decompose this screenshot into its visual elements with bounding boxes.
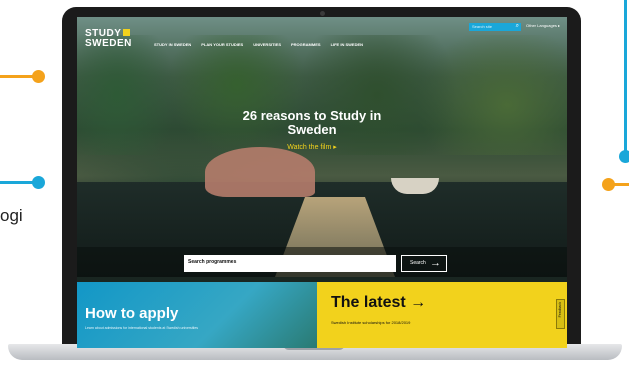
connector-line-right-vertical xyxy=(624,0,627,157)
laptop-screen: STUDY SWEDEN STUDY IN SWEDEN PLAN YOUR S… xyxy=(77,17,567,348)
other-languages-link[interactable]: Other Languages ▸ xyxy=(526,23,560,28)
search-button-label: Search xyxy=(410,260,426,266)
nav-links: STUDY IN SWEDEN PLAN YOUR STUDIES UNIVER… xyxy=(154,42,363,47)
connector-dot-right-top xyxy=(619,150,629,163)
feedback-label: Feedback xyxy=(558,302,562,318)
nav-item-universities[interactable]: UNIVERSITIES xyxy=(253,42,281,47)
watch-film-link[interactable]: Watch the film ▸ xyxy=(272,143,352,151)
site-nav: STUDY SWEDEN STUDY IN SWEDEN PLAN YOUR S… xyxy=(77,17,567,61)
site-search-input[interactable]: Search site ⌕ xyxy=(469,23,521,31)
connector-dot-left-mid xyxy=(32,176,45,189)
search-programmes-placeholder: Search programmes xyxy=(188,259,237,265)
site-search-placeholder: Search site xyxy=(472,24,493,29)
nav-item-plan-your-studies[interactable]: PLAN YOUR STUDIES xyxy=(201,42,243,47)
connector-dot-right-low xyxy=(602,178,615,191)
the-latest-panel[interactable]: The latest → Swedish Institute scholarsh… xyxy=(317,282,567,348)
logo-yellow-mark xyxy=(123,29,131,36)
how-to-apply-panel[interactable]: How to apply Learn about admissions for … xyxy=(77,282,317,348)
connector-dot-left-top xyxy=(32,70,45,83)
the-latest-subtext: Swedish Institute scholarships for 2018/… xyxy=(331,320,411,325)
nav-item-programmes[interactable]: PROGRAMMES xyxy=(291,42,321,47)
search-icon[interactable]: ⌕ xyxy=(516,23,519,30)
other-languages-label: Other Languages xyxy=(526,23,557,28)
logo-line2: SWEDEN xyxy=(85,38,132,49)
hero-title: 26 reasons to Study in Sweden xyxy=(242,108,382,137)
connector-line-left-mid xyxy=(0,181,36,184)
how-to-apply-heading: How to apply xyxy=(85,305,179,322)
connector-line-left-top xyxy=(0,75,36,78)
study-sweden-logo[interactable]: STUDY SWEDEN xyxy=(85,29,132,49)
arrow-right-icon: → xyxy=(430,257,441,269)
how-to-apply-subtext: Learn about admissions for international… xyxy=(85,326,199,330)
camera-icon xyxy=(320,11,325,16)
the-latest-heading: The latest → xyxy=(331,294,427,311)
search-programmes-input[interactable]: Search programmes xyxy=(184,255,396,272)
search-programmes-button[interactable]: Search → xyxy=(401,255,447,272)
nav-item-life-in-sweden[interactable]: LIFE IN SWEDEN xyxy=(331,42,363,47)
nav-item-study-in-sweden[interactable]: STUDY IN SWEDEN xyxy=(154,42,191,47)
feedback-tab[interactable]: Feedback xyxy=(556,299,565,329)
marketing-image: ogi STUDY SWEDEN STUDY IN SWEDEN PLAN YO… xyxy=(0,0,629,366)
cropped-text: ogi xyxy=(0,206,23,225)
hero-rock xyxy=(205,147,315,197)
